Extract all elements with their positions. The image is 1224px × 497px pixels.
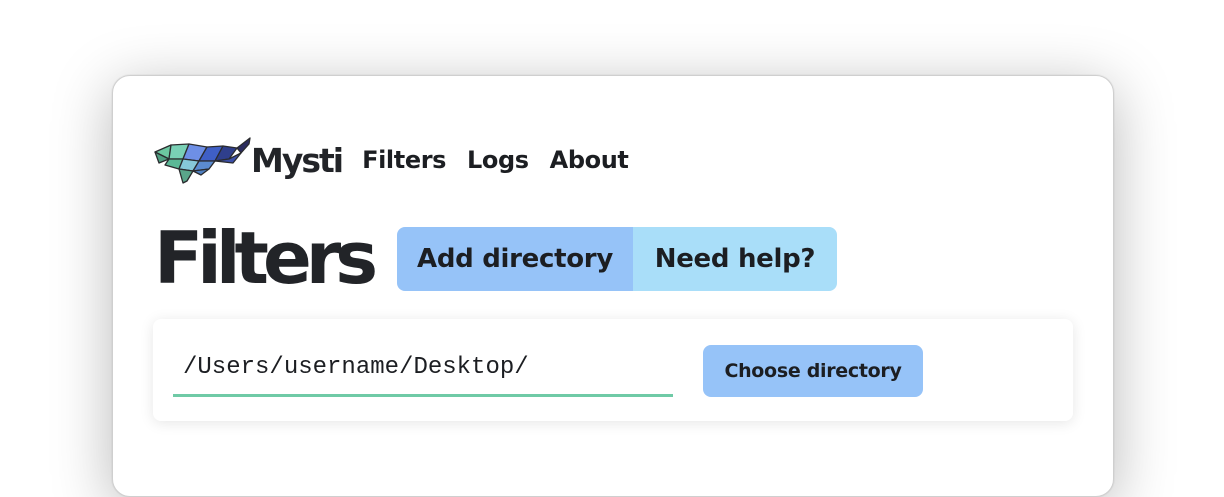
brand-name: Mysti: [251, 140, 344, 180]
need-help-button[interactable]: Need help?: [633, 227, 837, 291]
app-window: Mysti Filters Logs About Filters Add dir…: [112, 75, 1114, 497]
add-directory-button[interactable]: Add directory: [397, 227, 633, 291]
nav-link-logs[interactable]: Logs: [467, 146, 529, 174]
choose-directory-button[interactable]: Choose directory: [703, 345, 923, 397]
nav-link-filters[interactable]: Filters: [362, 146, 446, 174]
brand-logo-link[interactable]: Mysti: [153, 135, 344, 185]
directory-card: Choose directory: [153, 319, 1073, 421]
whale-icon: [154, 137, 251, 184]
page-actions: Add directory Need help?: [397, 227, 837, 291]
navbar: Mysti Filters Logs About: [153, 134, 629, 186]
nav-link-about[interactable]: About: [550, 146, 629, 174]
page-title: Filters: [154, 216, 378, 300]
directory-path-input[interactable]: [173, 341, 673, 397]
